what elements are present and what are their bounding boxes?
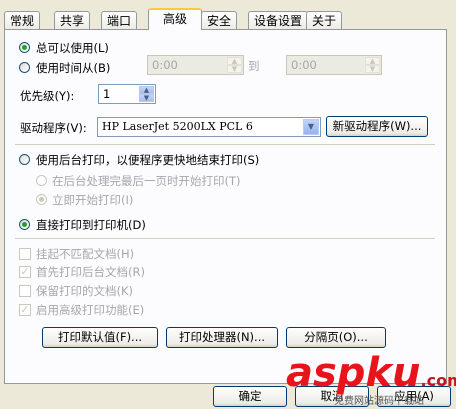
tab-general[interactable]: 常规	[4, 11, 41, 29]
hold-mismatched-checkbox[interactable]	[19, 248, 31, 260]
driver-label: 驱动程序(V):	[20, 121, 87, 135]
priority-up-icon[interactable]: ▲	[139, 86, 154, 94]
print-direct-label: 直接打印到打印机(D)	[36, 218, 146, 232]
tab-about[interactable]: 关于	[306, 11, 343, 29]
from-time-up-icon[interactable]: ▲	[227, 57, 242, 65]
watermark-logo: aspku.com	[286, 353, 456, 393]
tab-sharing[interactable]: 共享	[54, 11, 91, 29]
available-from-label: 使用时间从(B)	[36, 61, 111, 75]
priority-field[interactable]: 1 ▲ ▼	[98, 84, 156, 104]
always-available-label: 总可以使用(L)	[36, 41, 109, 55]
print-spooled-first-checkbox[interactable]: ✓	[19, 266, 31, 278]
new-driver-button[interactable]: 新驱动程序(W)...	[326, 116, 428, 137]
from-time-down-icon[interactable]: ▼	[227, 65, 242, 73]
to-time-field[interactable]: 0:00 ▲ ▼	[286, 55, 382, 75]
from-time-field[interactable]: 0:00 ▲ ▼	[147, 55, 244, 75]
print-direct-radio[interactable]	[19, 219, 30, 230]
spool-radio[interactable]	[19, 154, 30, 165]
tab-security[interactable]: 安全	[201, 11, 238, 29]
to-time-up-icon[interactable]: ▲	[365, 57, 380, 65]
chevron-down-icon[interactable]: ▼	[303, 119, 319, 135]
advanced-panel: 总可以使用(L) 使用时间从(B) 0:00 ▲ ▼ 到 0:00 ▲ ▼ 优先…	[4, 29, 447, 384]
tab-device-settings[interactable]: 设备设置	[248, 11, 309, 29]
ok-button[interactable]: 确定	[213, 386, 287, 407]
driver-select[interactable]: HP LaserJet 5200LX PCL 6 ▼	[97, 117, 321, 137]
to-label: 到	[248, 59, 260, 73]
to-time-down-icon[interactable]: ▼	[365, 65, 380, 73]
always-available-radio[interactable]	[19, 42, 30, 53]
separator-page-button[interactable]: 分隔页(O)...	[286, 327, 386, 348]
from-time-value: 0:00	[152, 58, 178, 72]
available-from-radio[interactable]	[19, 62, 30, 73]
keep-printed-label: 保留打印的文档(K)	[36, 284, 134, 298]
priority-value: 1	[103, 87, 111, 101]
enable-advanced-label: 启用高级打印功能(E)	[36, 303, 145, 317]
divider	[15, 144, 435, 145]
divider	[15, 238, 435, 239]
keep-printed-checkbox[interactable]	[19, 285, 31, 297]
watermark-tld: .com	[420, 371, 456, 390]
tab-advanced[interactable]: 高级	[148, 8, 202, 30]
watermark-brand: aspku	[286, 350, 421, 396]
tab-ports[interactable]: 端口	[101, 11, 138, 29]
hold-mismatched-label: 挂起不匹配文档(H)	[36, 247, 135, 261]
start-after-last-page-label: 在后台处理完最后一页时开始打印(T)	[52, 174, 241, 188]
printing-defaults-button[interactable]: 打印默认值(F)...	[42, 327, 158, 348]
print-spooled-first-label: 首先打印后台文档(R)	[36, 265, 145, 279]
priority-down-icon[interactable]: ▼	[139, 94, 154, 102]
priority-label: 优先级(Y):	[20, 89, 75, 103]
spool-label: 使用后台打印，以便程序更快地结束打印(S)	[36, 153, 260, 167]
print-processor-button[interactable]: 打印处理器(N)...	[166, 327, 278, 348]
watermark-tagline: 免费网站源码下载站	[334, 396, 424, 407]
driver-select-value: HP LaserJet 5200LX PCL 6	[102, 120, 253, 133]
enable-advanced-checkbox[interactable]: ✓	[19, 304, 31, 316]
to-time-value: 0:00	[291, 58, 317, 72]
start-immediately-label: 立即开始打印(I)	[52, 193, 134, 207]
start-immediately-radio[interactable]	[36, 194, 47, 205]
start-after-last-page-radio[interactable]	[36, 175, 47, 186]
